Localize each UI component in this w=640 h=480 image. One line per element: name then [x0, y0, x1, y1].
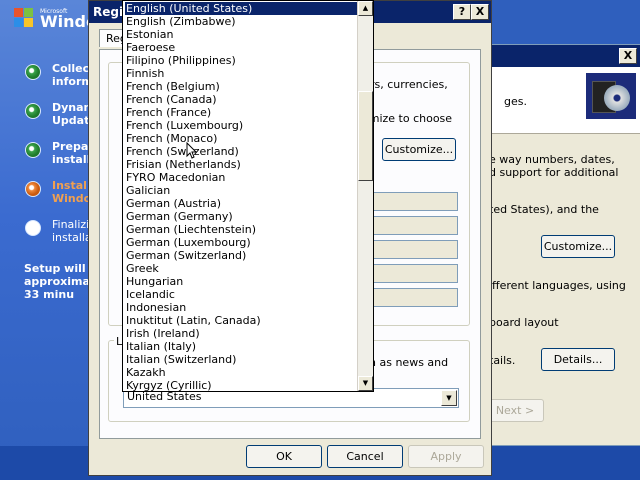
scroll-down-icon[interactable]: ▼: [358, 376, 373, 391]
dropdown-item[interactable]: Hungarian: [125, 275, 358, 288]
standards-desc-line2: omize to choose: [362, 112, 453, 125]
close-button[interactable]: X: [471, 4, 489, 20]
dropdown-item[interactable]: FYRO Macedonian: [125, 171, 358, 184]
step-pending-icon: [25, 220, 41, 236]
regional-desc-line3: ted States), and the: [489, 203, 599, 216]
dropdown-item[interactable]: Faeroese: [125, 41, 358, 54]
dropdown-item[interactable]: Estonian: [125, 28, 358, 41]
dropdown-item[interactable]: French (Monaco): [125, 132, 358, 145]
windows-flag-icon: [14, 8, 34, 28]
dropdown-item[interactable]: Italian (Switzerland): [125, 353, 358, 366]
dropdown-item[interactable]: German (Austria): [125, 197, 358, 210]
sample-currency-field: [370, 216, 458, 235]
sample-long-date-field: [370, 288, 458, 307]
setup-progress-pane: Microsoft Windo Collect inform Dynam Upd…: [0, 0, 97, 480]
scroll-up-icon[interactable]: ▲: [358, 1, 373, 16]
cancel-button[interactable]: Cancel: [327, 445, 403, 468]
dropdown-item[interactable]: Greek: [125, 262, 358, 275]
dropdown-item[interactable]: French (France): [125, 106, 358, 119]
scroll-thumb[interactable]: [358, 91, 373, 181]
mouse-cursor-icon: [186, 142, 198, 159]
dropdown-item[interactable]: Finnish: [125, 67, 358, 80]
language-dropdown-list[interactable]: English (United States) English (Zimbabwe…: [122, 0, 374, 392]
regional-desc-line2: d support for additional: [489, 166, 619, 179]
dropdown-item[interactable]: Kazakh: [125, 366, 358, 379]
dropdown-item[interactable]: French (Luxembourg): [125, 119, 358, 132]
details-button[interactable]: Details...: [541, 348, 615, 371]
sample-number-field: [370, 192, 458, 211]
details-desc: tails.: [489, 354, 516, 367]
dropdown-scrollbar[interactable]: ▲ ▼: [357, 1, 373, 391]
dropdown-item[interactable]: Italian (Italy): [125, 340, 358, 353]
step-done-icon: [25, 103, 41, 119]
dropdown-item[interactable]: French (Switzerland): [125, 145, 358, 158]
windows-logo: Microsoft Windo: [14, 4, 97, 34]
help-button[interactable]: ?: [453, 4, 471, 20]
sample-short-date-field: [370, 264, 458, 283]
language-desc-line1: ifferent languages, using: [489, 279, 626, 292]
sample-time-field: [370, 240, 458, 259]
customize-regional-button[interactable]: Customize...: [541, 235, 615, 258]
dialog-title: Regi: [93, 5, 124, 19]
wizard-title-bar: X: [486, 45, 640, 67]
dropdown-item[interactable]: German (Luxembourg): [125, 236, 358, 249]
dropdown-item[interactable]: Galician: [125, 184, 358, 197]
apply-button[interactable]: Apply: [408, 445, 484, 468]
dropdown-item[interactable]: Filipino (Philippines): [125, 54, 358, 67]
standards-desc-line1: rs, currencies,: [370, 78, 448, 91]
dropdown-item[interactable]: German (Germany): [125, 210, 358, 223]
dropdown-item[interactable]: Kyrgyz (Cyrillic): [125, 379, 358, 391]
dropdown-item[interactable]: Icelandic: [125, 288, 358, 301]
dropdown-item[interactable]: Inuktitut (Latin, Canada): [125, 314, 358, 327]
dropdown-item[interactable]: Irish (Ireland): [125, 327, 358, 340]
dropdown-item[interactable]: German (Switzerland): [125, 249, 358, 262]
dropdown-arrow-icon[interactable]: ▼: [441, 390, 457, 406]
wizard-close-button[interactable]: X: [619, 48, 637, 64]
setup-wizard-window: X ges. e way numbers, dates, d support f…: [485, 44, 640, 446]
ok-button[interactable]: OK: [246, 445, 322, 468]
dropdown-item[interactable]: French (Belgium): [125, 80, 358, 93]
dropdown-item[interactable]: Frisian (Netherlands): [125, 158, 358, 171]
dropdown-item[interactable]: English (Zimbabwe): [125, 15, 358, 28]
customize-button[interactable]: Customize...: [382, 138, 456, 161]
language-desc-line2: board layout: [489, 316, 559, 329]
step-done-icon: [25, 64, 41, 80]
dropdown-item[interactable]: English (United States): [125, 2, 358, 15]
header-text: ges.: [504, 95, 527, 108]
dropdown-item[interactable]: German (Liechtenstein): [125, 223, 358, 236]
dropdown-item[interactable]: Indonesian: [125, 301, 358, 314]
cd-install-icon: [586, 73, 636, 119]
next-button[interactable]: Next >: [486, 399, 544, 422]
step-current-icon: [25, 181, 41, 197]
regional-desc-line1: e way numbers, dates,: [489, 153, 615, 166]
step-done-icon: [25, 142, 41, 158]
cd-disc-icon: [604, 85, 630, 111]
dropdown-item[interactable]: French (Canada): [125, 93, 358, 106]
